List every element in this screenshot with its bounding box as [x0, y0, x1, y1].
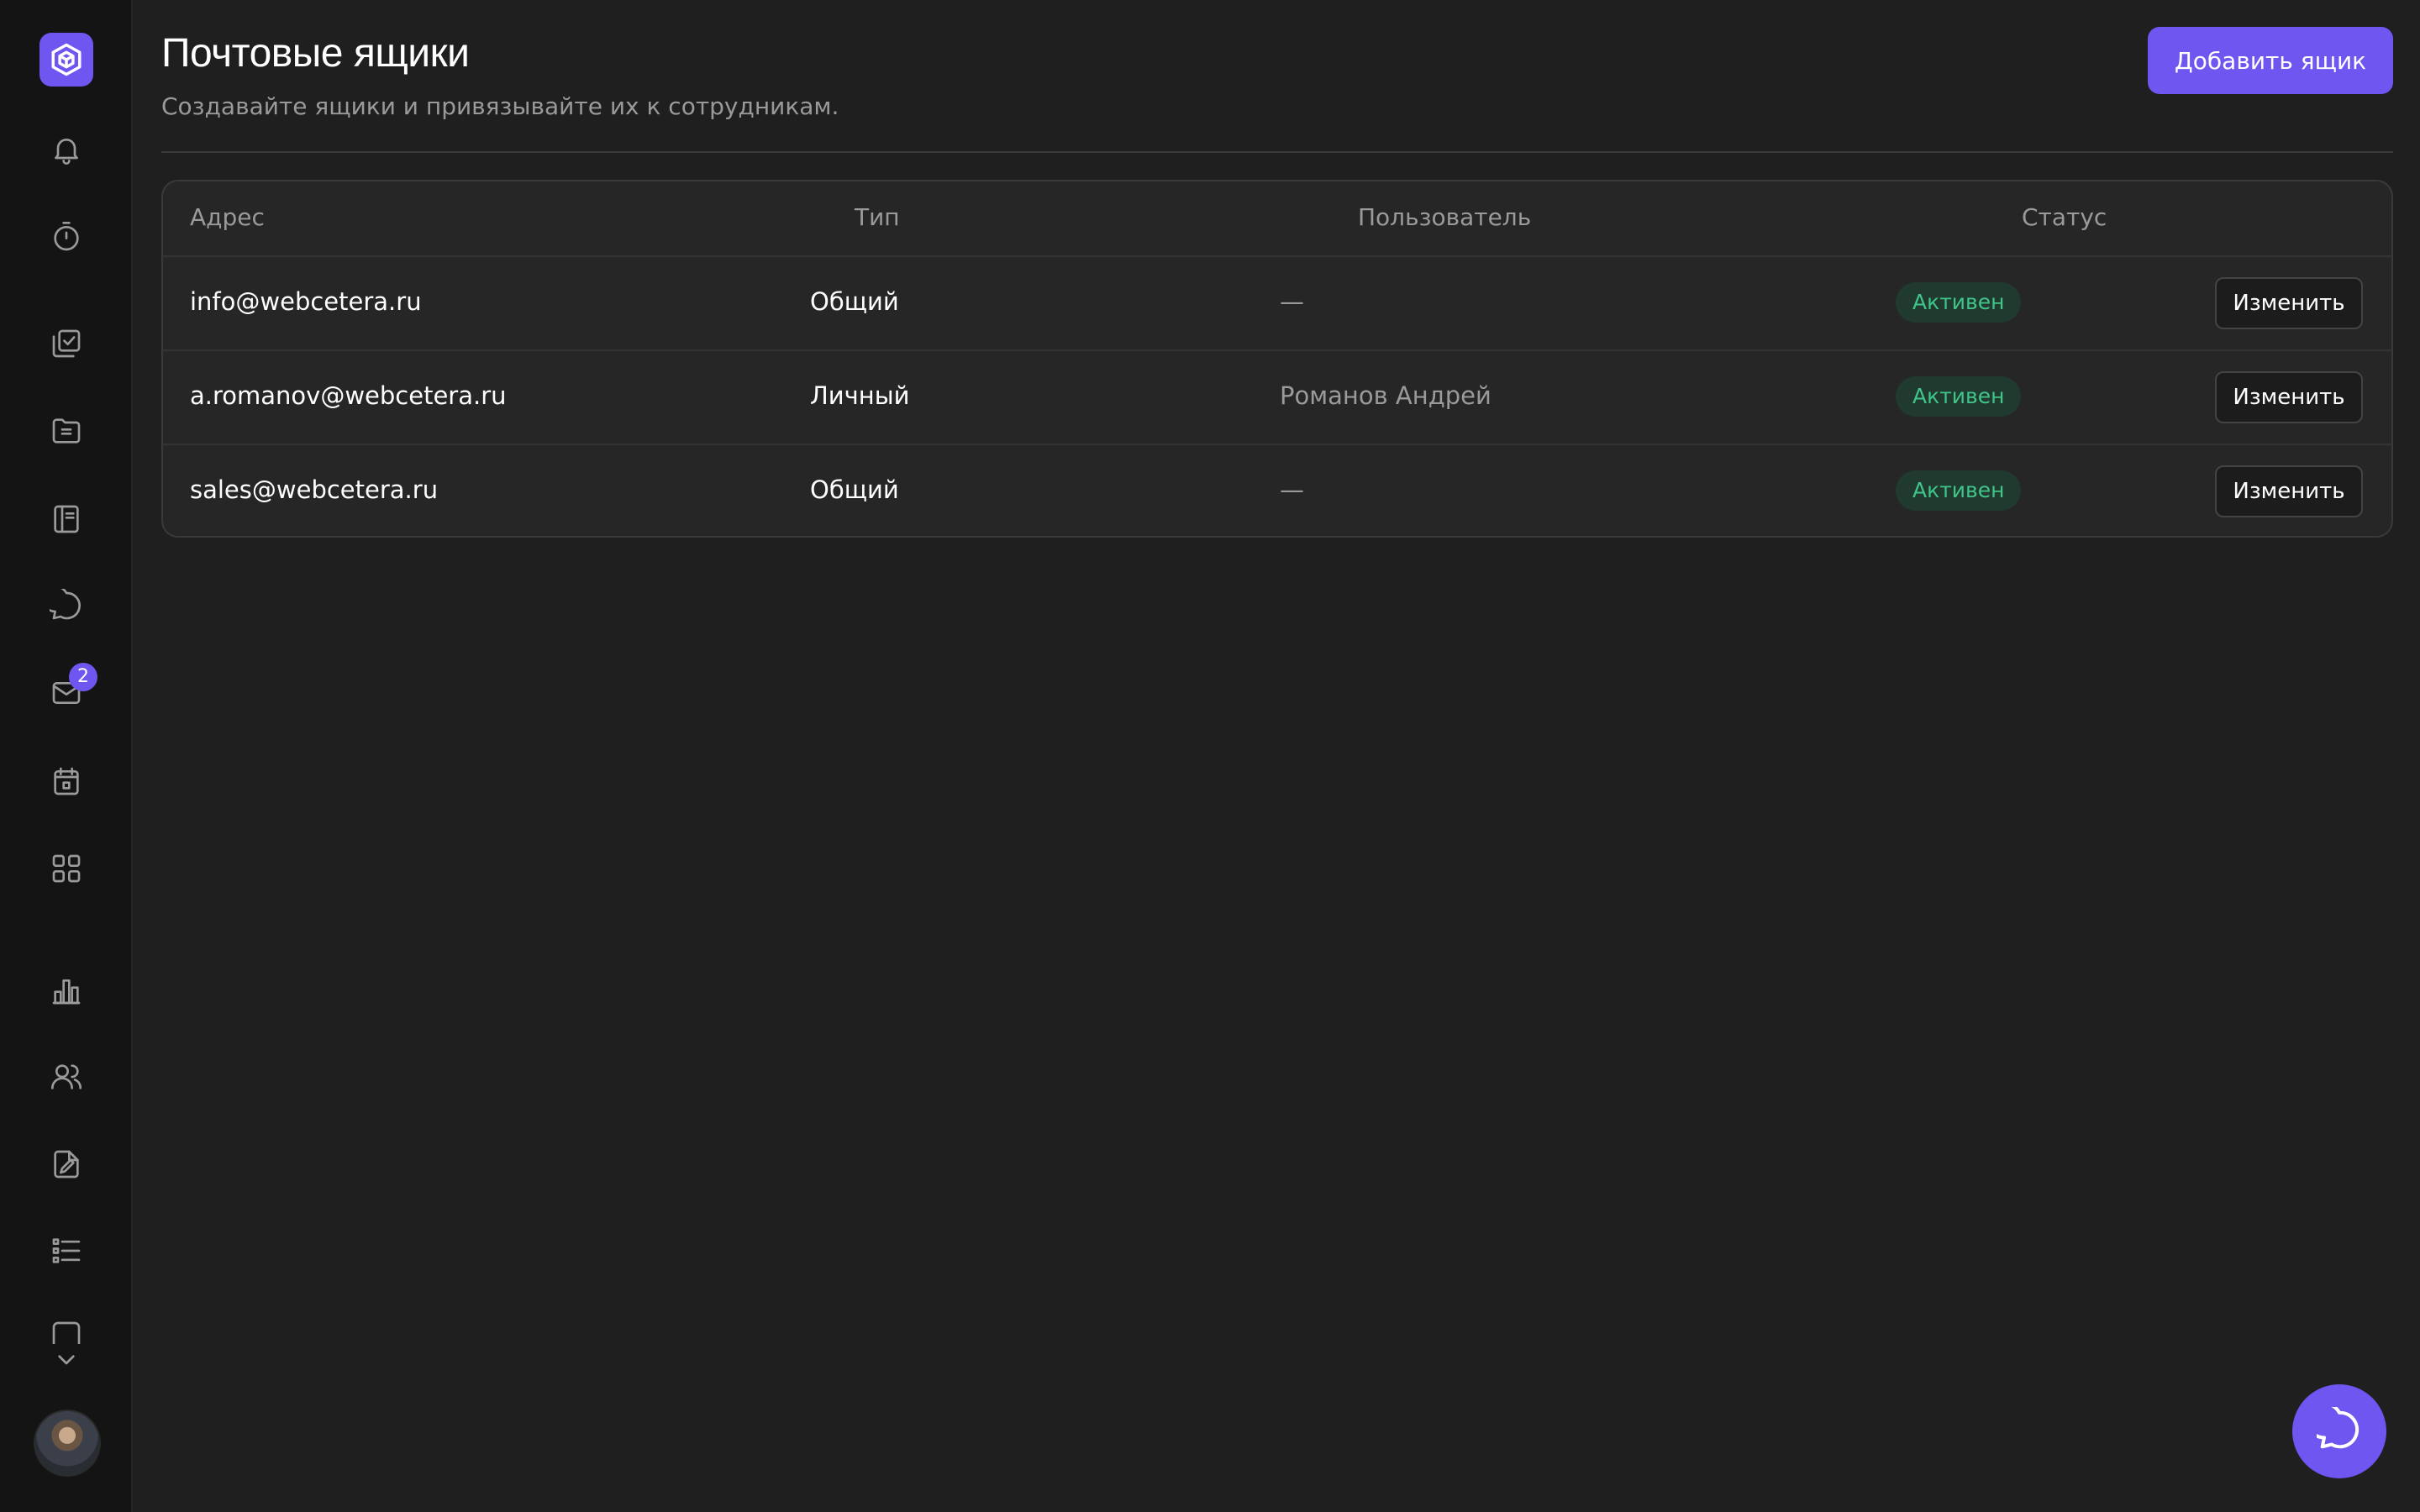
document-edit-icon[interactable] — [46, 1144, 87, 1184]
folder-icon[interactable] — [46, 411, 87, 451]
page-subtitle: Создавайте ящики и привязывайте их к сот… — [161, 92, 839, 120]
add-mailbox-button[interactable]: Добавить ящик — [2148, 27, 2393, 94]
mailbox-address: sales@webcetera.ru — [190, 475, 439, 504]
mailboxes-table: Адрес Тип Пользователь Статус info@webce… — [161, 180, 2393, 538]
users-icon[interactable] — [46, 1057, 87, 1097]
page-title: Почтовые ящики — [161, 31, 470, 76]
support-chat-button[interactable] — [2292, 1384, 2386, 1478]
column-header-address[interactable]: Адрес — [190, 203, 265, 231]
list-icon[interactable] — [46, 1231, 87, 1271]
calendar-icon[interactable] — [46, 761, 87, 801]
chat-bubble-icon — [2305, 1401, 2362, 1456]
mailbox-type: Общий — [810, 475, 899, 504]
avatar[interactable] — [34, 1410, 101, 1477]
mailbox-user: Романов Андрей — [1280, 381, 1491, 410]
sidebar: 2 — [0, 0, 133, 1512]
chat-icon[interactable] — [46, 585, 87, 626]
table-row: a.romanov@webcetera.ru Личный Романов Ан… — [163, 351, 2391, 445]
notebook-icon[interactable] — [46, 499, 87, 539]
bell-icon[interactable] — [46, 129, 87, 170]
column-header-user[interactable]: Пользователь — [1358, 203, 1531, 231]
bar-chart-icon[interactable] — [46, 970, 87, 1011]
status-badge: Активен — [1896, 376, 2022, 417]
table-header: Адрес Тип Пользователь Статус — [163, 181, 2391, 257]
edit-button[interactable]: Изменить — [2215, 371, 2363, 423]
mailbox-user: — — [1280, 475, 1304, 504]
mail-unread-badge: 2 — [69, 663, 97, 691]
header-divider — [161, 151, 2393, 153]
mailbox-type: Личный — [810, 381, 910, 410]
mailbox-type: Общий — [810, 287, 899, 316]
timer-icon[interactable] — [46, 217, 87, 257]
edit-button[interactable]: Изменить — [2215, 277, 2363, 329]
mailbox-user: — — [1280, 287, 1304, 316]
column-header-type[interactable]: Тип — [855, 203, 900, 231]
cube-logo-icon[interactable] — [39, 33, 93, 87]
mailbox-address: a.romanov@webcetera.ru — [190, 381, 507, 410]
chevron-down-icon[interactable] — [46, 1339, 87, 1379]
edit-button[interactable]: Изменить — [2215, 465, 2363, 517]
table-row: info@webcetera.ru Общий — Активен Измени… — [163, 257, 2391, 351]
main-content: Почтовые ящики Создавайте ящики и привяз… — [161, 0, 2393, 1512]
status-badge: Активен — [1896, 470, 2022, 511]
tasks-icon[interactable] — [46, 323, 87, 364]
table-row: sales@webcetera.ru Общий — Активен Измен… — [163, 445, 2391, 536]
column-header-status[interactable]: Статус — [2022, 203, 2107, 231]
apps-grid-icon[interactable] — [46, 848, 87, 889]
mailbox-address: info@webcetera.ru — [190, 287, 422, 316]
status-badge: Активен — [1896, 282, 2022, 323]
